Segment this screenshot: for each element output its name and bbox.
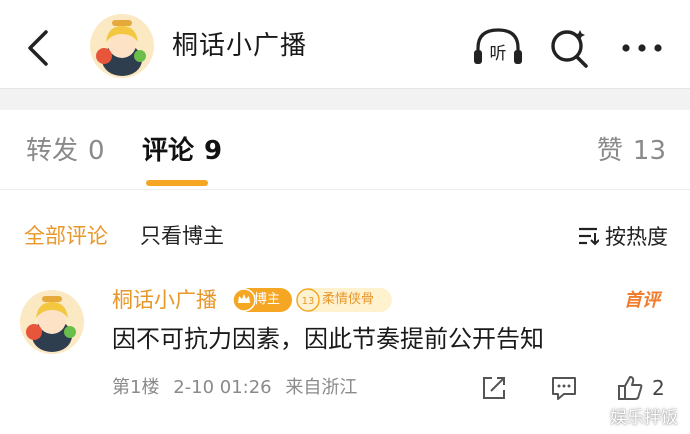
avatar[interactable]	[90, 14, 154, 78]
listen-button[interactable]: 听	[470, 24, 526, 72]
share-icon	[483, 377, 505, 399]
sort-icon	[579, 227, 599, 246]
fan-badge[interactable]: 13 柔情侠骨	[296, 288, 392, 312]
watermark-label: 娱乐拌饭	[610, 408, 678, 428]
tab-bar: 转发 0 评论 9 赞 13	[0, 110, 690, 190]
chevron-left-icon	[28, 30, 48, 66]
search-button[interactable]	[546, 24, 594, 72]
reply-button[interactable]	[550, 372, 578, 404]
fan-badge-label: 柔情侠骨	[322, 292, 375, 307]
like-button[interactable]: 2	[616, 372, 665, 404]
more-dots-icon	[622, 44, 662, 52]
tab-comment-label: 评论	[142, 136, 195, 166]
headphones-icon: 听	[474, 28, 522, 64]
page-title: 桐话小广播	[172, 31, 308, 61]
avatar-image	[90, 14, 154, 78]
fan-level: 13	[302, 296, 315, 307]
comment-text: 因不可抗力因素，因此节奏提前公开告知	[112, 325, 544, 353]
like-count: 2	[652, 376, 665, 400]
comment-time: 2-10 01:26	[173, 377, 272, 398]
blogger-badge-label: 博主	[254, 292, 281, 307]
top-bar: 桐话小广播 听	[0, 0, 690, 92]
tab-comment-count: 9	[204, 136, 223, 166]
comment-meta: 第1楼 2-10 01:26 来自浙江	[112, 375, 357, 401]
comment-floor: 第1楼	[112, 377, 160, 398]
filter-blogger-only[interactable]: 只看博主	[140, 222, 224, 250]
crown-icon	[232, 288, 256, 312]
fan-level-icon: 13	[296, 288, 320, 312]
comment-location: 来自浙江	[285, 377, 358, 398]
filter-all-comments[interactable]: 全部评论	[24, 222, 108, 250]
weibo-logo-icon	[586, 407, 605, 425]
blogger-badge: 博主	[232, 288, 292, 312]
comment-icon	[552, 377, 576, 400]
tab-repost[interactable]: 转发 0	[26, 134, 105, 168]
thumbs-up-icon	[618, 376, 643, 400]
avatar-image	[20, 290, 84, 354]
comment-filter-bar: 全部评论 只看博主 按热度	[0, 206, 690, 266]
listen-label: 听	[490, 44, 507, 64]
tab-like[interactable]: 赞 13	[597, 134, 666, 168]
first-comment-tag: 首评	[624, 290, 660, 311]
more-button[interactable]	[614, 24, 670, 72]
search-icon	[551, 30, 588, 68]
comment-avatar[interactable]	[20, 290, 84, 354]
tab-like-count: 13	[632, 136, 666, 166]
active-tab-indicator	[146, 180, 208, 186]
tab-repost-label: 转发	[26, 136, 79, 166]
sort-button[interactable]: 按热度	[577, 220, 668, 252]
share-button[interactable]	[480, 372, 508, 404]
watermark: 娱乐拌饭	[586, 403, 678, 428]
comment-author[interactable]: 桐话小广播	[112, 286, 217, 314]
tab-repost-count: 0	[88, 136, 105, 166]
back-button[interactable]	[18, 24, 58, 72]
tab-like-label: 赞	[596, 136, 623, 166]
section-divider	[0, 88, 690, 110]
tab-comment[interactable]: 评论 9	[142, 134, 222, 168]
sort-label: 按热度	[605, 225, 668, 249]
